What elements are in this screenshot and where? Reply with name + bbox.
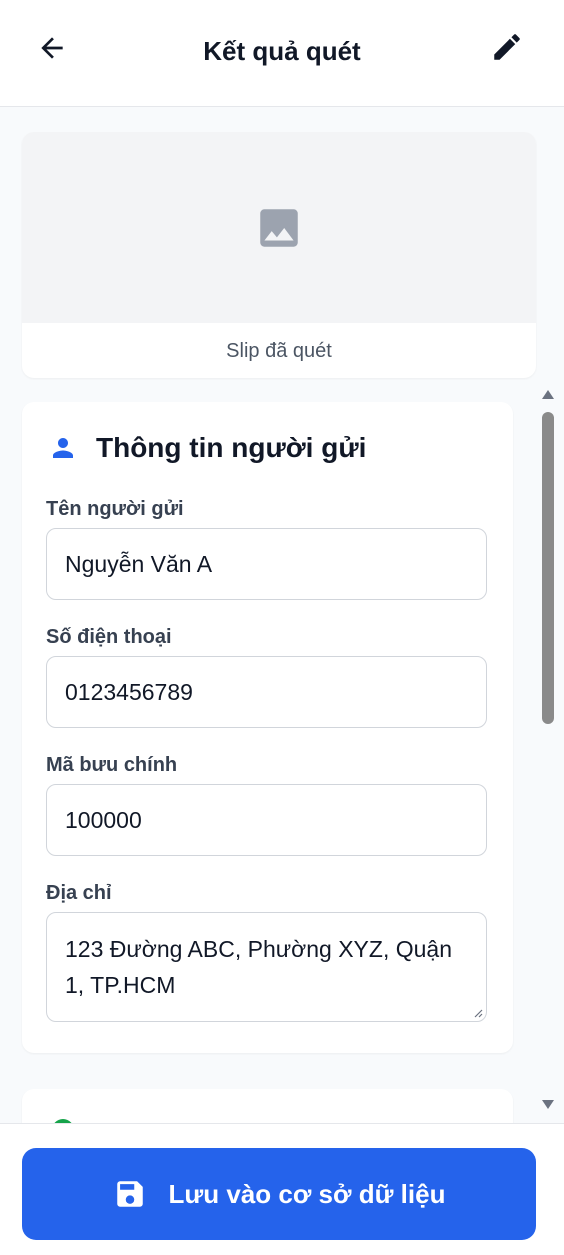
- scrollbar-thumb[interactable]: [542, 412, 554, 724]
- scrollbar[interactable]: [540, 386, 556, 1116]
- scanned-slip-card: Slip đã quét: [22, 132, 536, 378]
- postal-code-label: Mã bưu chính: [46, 754, 178, 776]
- person-icon: [53, 438, 73, 458]
- sender-section-header: Thông tin người gửi: [48, 428, 366, 468]
- scroll-up-arrow-icon[interactable]: [542, 390, 554, 399]
- sender-name-label: Tên người gửi: [46, 498, 184, 520]
- sender-section-title: Thông tin người gửi: [96, 432, 367, 463]
- scroll-content[interactable]: Slip đã quét Thông tin người gửi Tên ngư…: [0, 107, 564, 1123]
- sender-name-input[interactable]: Nguyễn Văn A: [46, 528, 487, 600]
- app-header: Kết quả quét: [0, 0, 564, 107]
- image-icon: [260, 208, 298, 247]
- sender-info-card: Thông tin người gửi Tên người gửi Nguyễn…: [22, 402, 513, 1053]
- pencil-icon: [494, 34, 520, 60]
- scanned-slip-preview[interactable]: [22, 132, 536, 323]
- address-label: Địa chỉ: [46, 882, 112, 904]
- address-value: 123 Đường ABC, Phường XYZ, Quận 1, TP.HC…: [65, 936, 452, 998]
- floppy-disk-icon: [116, 1181, 143, 1207]
- scanned-slip-caption: Slip đã quét: [226, 340, 332, 362]
- resize-grip-icon[interactable]: [473, 1008, 483, 1018]
- address-textarea[interactable]: 123 Đường ABC, Phường XYZ, Quận 1, TP.HC…: [46, 912, 487, 1022]
- footer-bar: Lưu vào cơ sở dữ liệu: [0, 1123, 564, 1255]
- page-title: Kết quả quét: [203, 36, 361, 66]
- phone-input[interactable]: 0123456789: [46, 656, 487, 728]
- save-to-database-button[interactable]: Lưu vào cơ sở dữ liệu: [22, 1148, 536, 1240]
- postal-code-input[interactable]: 100000: [46, 784, 487, 856]
- scroll-down-arrow-icon[interactable]: [542, 1100, 554, 1109]
- edit-button[interactable]: [490, 30, 524, 64]
- phone-label: Số điện thoại: [46, 626, 172, 648]
- next-section-card: [22, 1089, 513, 1123]
- save-button-label: Lưu vào cơ sở dữ liệu: [168, 1178, 446, 1209]
